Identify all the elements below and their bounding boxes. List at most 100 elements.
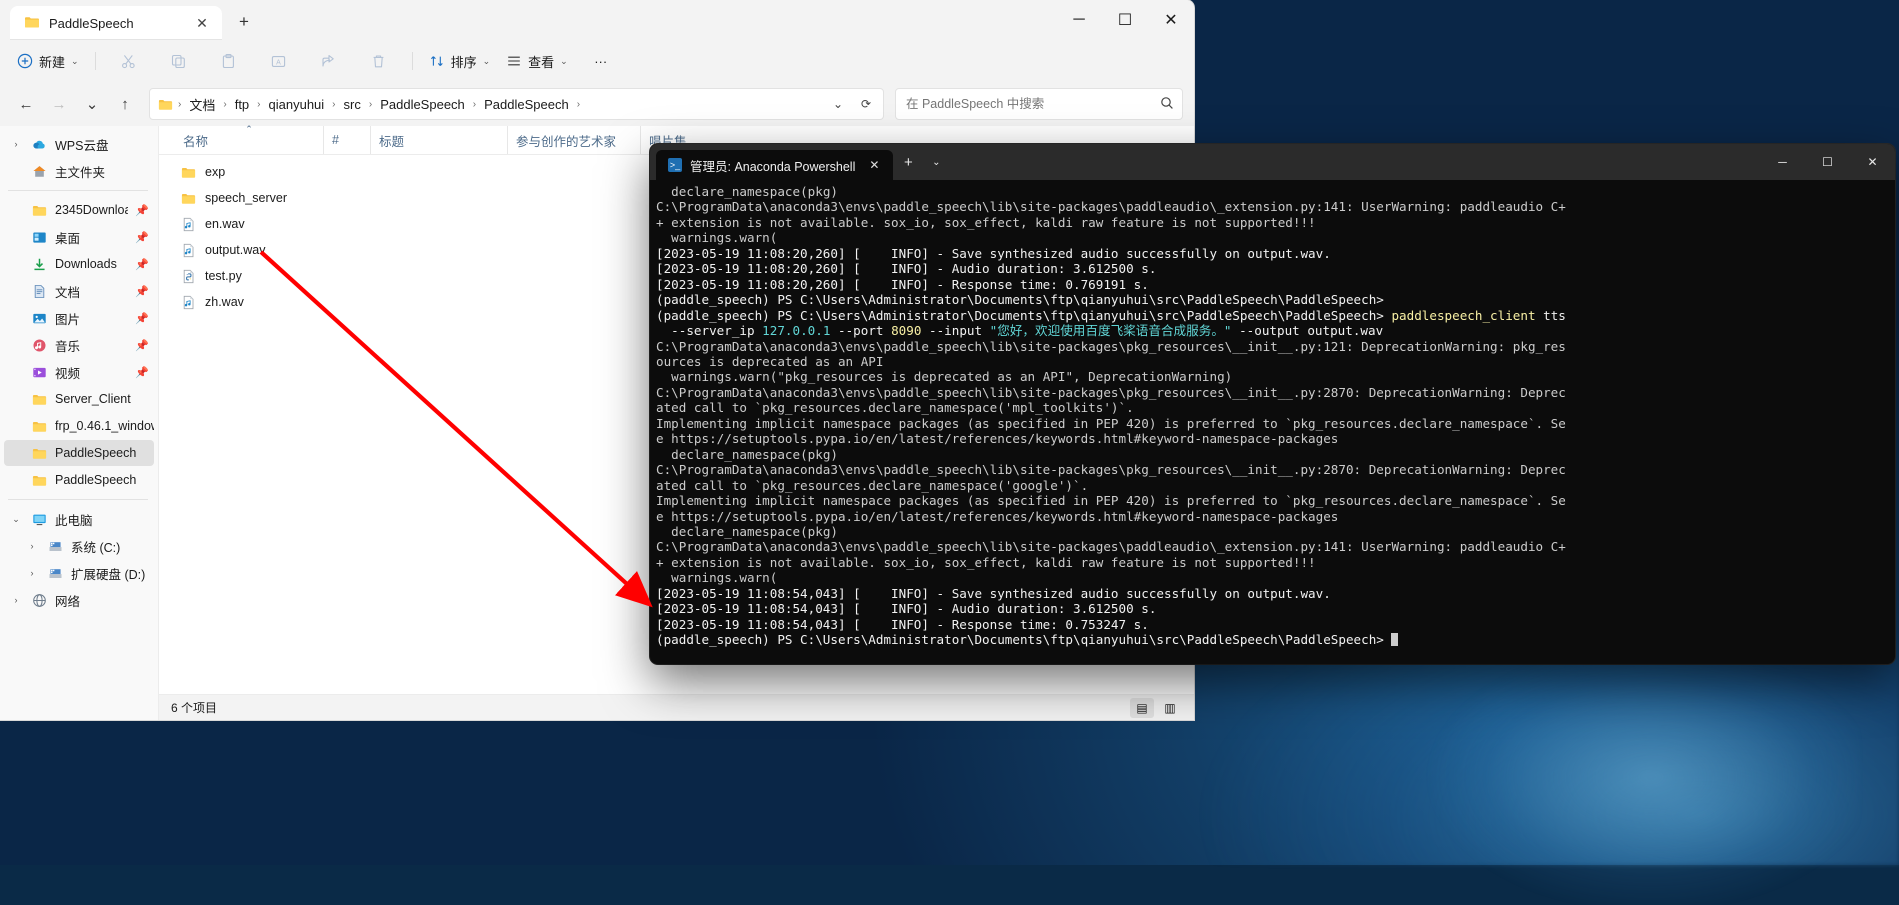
expander-icon[interactable]: › (8, 595, 24, 605)
breadcrumb-item-1[interactable]: ftp (230, 95, 254, 114)
pin-icon[interactable]: 📌 (135, 204, 149, 217)
details-view-button[interactable]: ▤ (1130, 697, 1154, 718)
terminal-line: C:\ProgramData\anaconda3\envs\paddle_spe… (656, 462, 1889, 477)
column-header-2[interactable]: 标题 (370, 126, 507, 154)
sort-button[interactable]: 排序 ⌄ (422, 45, 498, 77)
sidebar-item-server_client[interactable]: Server_Client (4, 386, 154, 412)
terminal-text: ated call to `pkg_resources.declare_name… (656, 400, 1134, 416)
sidebar-item--[interactable]: ⌄ 此电脑 (4, 506, 154, 532)
sidebar-item-frp_0.46.1_windows_am[interactable]: frp_0.46.1_windows_am (4, 413, 154, 439)
breadcrumb-separator[interactable]: › (576, 99, 581, 110)
terminal-text: output.wav (1299, 323, 1384, 339)
share-button[interactable] (305, 45, 353, 77)
recent-locations-button[interactable]: ⌄ (77, 89, 107, 119)
sidebar-item-paddlespeech[interactable]: PaddleSpeech (4, 440, 154, 466)
terminal-line: e https://setuptools.pypa.io/en/latest/r… (656, 509, 1889, 524)
rename-button[interactable]: A (255, 45, 303, 77)
sidebar-item-wps-[interactable]: › WPS云盘 (4, 131, 154, 157)
expander-icon[interactable]: ⌄ (8, 514, 24, 525)
sidebar-item--[interactable]: 文档 📌 (4, 278, 154, 304)
back-button[interactable]: ← (11, 89, 41, 119)
sidebar-item-label: 视频 (55, 366, 81, 381)
maximize-icon[interactable]: ☐ (1102, 0, 1148, 40)
download-icon (31, 257, 48, 272)
terminal-tab-title: 管理员: Anaconda Powershell (690, 159, 856, 174)
terminal-text: declare_namespace(pkg) (656, 523, 838, 539)
pin-icon[interactable]: 📌 (135, 339, 149, 352)
terminal-output[interactable]: declare_namespace(pkg) C:\ProgramData\ana… (650, 180, 1895, 664)
sidebar-item-downloads[interactable]: Downloads 📌 (4, 251, 154, 277)
sidebar-item-paddlespeech[interactable]: PaddleSpeech (4, 467, 154, 493)
document-icon (31, 284, 48, 299)
sidebar-item-label: 网络 (55, 594, 81, 609)
sort-button-label: 排序 (450, 54, 477, 70)
up-button[interactable]: ↑ (110, 89, 140, 119)
nav-divider (8, 190, 148, 191)
new-button[interactable]: 新建 ⌄ (10, 45, 86, 77)
copy-button[interactable] (155, 45, 203, 77)
pin-icon[interactable]: 📌 (135, 312, 149, 325)
cut-button[interactable] (105, 45, 153, 77)
view-button[interactable]: 查看 ⌄ (499, 45, 575, 77)
new-tab-button[interactable]: + (228, 7, 260, 37)
more-options-button[interactable]: ··· (577, 45, 625, 77)
chevron-down-icon[interactable]: ⌄ (825, 91, 851, 117)
file-name: en.wav (205, 217, 245, 231)
new-terminal-tab-button[interactable]: + (893, 148, 923, 176)
breadcrumb-item-4[interactable]: PaddleSpeech (375, 95, 470, 114)
refresh-icon[interactable]: ⟳ (853, 91, 879, 117)
column-header-3[interactable]: 参与创作的艺术家 (507, 126, 640, 154)
expander-icon[interactable]: › (24, 541, 40, 551)
pin-icon[interactable]: 📌 (135, 231, 149, 244)
terminal-text: + extension is not available. sox_io, so… (656, 214, 1316, 230)
terminal-line: C:\ProgramData\anaconda3\envs\paddle_spe… (656, 385, 1889, 400)
chevron-down-icon[interactable]: ⌄ (923, 148, 949, 176)
pin-icon[interactable]: 📌 (135, 285, 149, 298)
sidebar-item--[interactable]: 主文件夹 (4, 158, 154, 184)
sidebar-item--d-[interactable]: › 扩展硬盘 (D:) (4, 560, 154, 586)
close-icon[interactable]: ✕ (1850, 144, 1895, 180)
pin-icon[interactable]: 📌 (135, 366, 149, 379)
expander-icon[interactable]: › (24, 568, 40, 578)
maximize-icon[interactable]: ☐ (1805, 144, 1850, 180)
expander-icon[interactable]: › (8, 139, 24, 149)
delete-button[interactable] (355, 45, 403, 77)
sidebar-item-label: WPS云盘 (55, 138, 109, 153)
sidebar-item-2345downloads[interactable]: 2345Downloads 📌 (4, 197, 154, 223)
close-icon[interactable]: ✕ (1148, 0, 1194, 40)
home-icon (31, 164, 48, 179)
sidebar-item--[interactable]: › 网络 (4, 587, 154, 613)
search-icon[interactable] (1160, 96, 1174, 113)
sidebar-item--[interactable]: 视频 📌 (4, 359, 154, 385)
close-icon[interactable]: ✕ (863, 154, 885, 176)
sidebar-item--[interactable]: 图片 📌 (4, 305, 154, 331)
column-header-0[interactable]: ⌃ 名称 (175, 124, 323, 154)
chevron-down-icon: ⌄ (560, 55, 568, 66)
close-icon[interactable]: ✕ (190, 11, 214, 35)
pin-icon[interactable]: 📌 (135, 258, 149, 271)
minimize-icon[interactable]: ─ (1760, 144, 1805, 180)
paste-button[interactable] (205, 45, 253, 77)
column-header-label: 标题 (379, 134, 405, 149)
breadcrumb-item-2[interactable]: qianyuhui (264, 95, 330, 114)
status-bar: 6 个项目 ▤ ▥ (159, 694, 1194, 720)
terminal-tab[interactable]: >_ 管理员: Anaconda Powershell ✕ (656, 150, 894, 180)
sidebar-item--[interactable]: 音乐 📌 (4, 332, 154, 358)
folder-icon (181, 191, 196, 206)
terminal-text: [2023-05-19 11:08:54,043] [ INFO] - Save… (656, 585, 1331, 601)
terminal-text: --output (1239, 323, 1300, 339)
breadcrumb-item-0[interactable]: 文档 (184, 93, 220, 116)
sidebar-item--c-[interactable]: › 系统 (C:) (4, 533, 154, 559)
column-header-1[interactable]: # (323, 126, 370, 154)
search-input[interactable] (904, 96, 1154, 112)
breadcrumb-item-5[interactable]: PaddleSpeech (479, 95, 574, 114)
explorer-tab[interactable]: PaddleSpeech ✕ (10, 6, 222, 40)
breadcrumb-item-3[interactable]: src (339, 95, 366, 114)
tiles-view-button[interactable]: ▥ (1158, 698, 1182, 718)
forward-button[interactable]: → (44, 89, 74, 119)
minimize-icon[interactable]: ─ (1056, 0, 1102, 40)
search-box[interactable] (895, 88, 1183, 120)
terminal-line: declare_namespace(pkg) (656, 447, 1889, 462)
sidebar-item--[interactable]: 桌面 📌 (4, 224, 154, 250)
address-bar[interactable]: › 文档 › ftp › qianyuhui › src › PaddleSpeech › Paddl… (149, 88, 884, 120)
